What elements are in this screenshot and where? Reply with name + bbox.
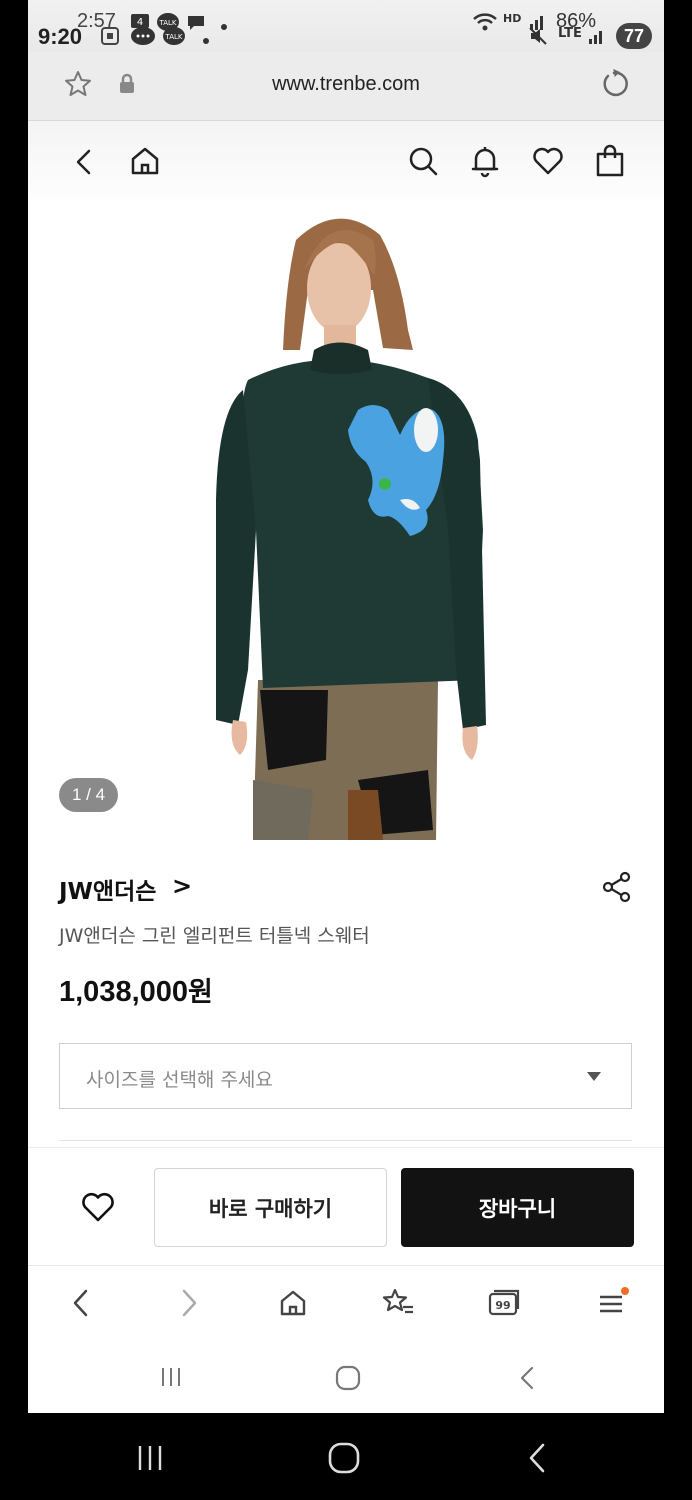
price-unit: 원: [188, 977, 213, 1008]
browser-url-bar: www.trenbe.com: [28, 52, 664, 121]
bell-icon[interactable]: [468, 142, 502, 180]
purchase-action-bar: 바로 구매하기 장바구니: [28, 1147, 664, 1266]
chat-bubble-icon: [130, 26, 156, 52]
url-text[interactable]: www.trenbe.com: [28, 73, 664, 96]
bookmarks-icon[interactable]: [380, 1286, 416, 1320]
browser-back-icon[interactable]: [66, 1286, 96, 1320]
system-nav-bar: [28, 1340, 664, 1413]
chevron-right-icon[interactable]: >: [172, 872, 192, 900]
dot-icon-2: [220, 16, 228, 35]
share-icon[interactable]: [600, 869, 634, 905]
shopping-bag-icon[interactable]: [593, 142, 627, 180]
recent-apps-icon[interactable]: [134, 1441, 166, 1475]
mute-icon: [528, 26, 548, 50]
wifi-icon: [472, 12, 498, 36]
size-select[interactable]: 사이즈를 선택해 주세요: [59, 1043, 632, 1109]
hd-voice-label: HD: [503, 12, 522, 25]
screenshot-icon: [100, 26, 120, 50]
product-photo: [216, 218, 486, 840]
back-icon[interactable]: [68, 145, 100, 179]
add-to-cart-button[interactable]: 장바구니: [401, 1168, 634, 1247]
wishlist-heart-icon[interactable]: [78, 1188, 118, 1226]
phone-screen: 2:57 9:20 4 TALK TALK HD 86% LTE 77 www.…: [28, 0, 664, 1413]
talk-icon-2: TALK: [162, 26, 186, 52]
svg-text:TALK: TALK: [164, 33, 182, 41]
browser-bottom-nav: 99: [28, 1265, 664, 1341]
caret-down-icon: [587, 1072, 601, 1081]
notification-count-badge: 77: [616, 23, 652, 49]
outer-system-nav-bar: [0, 1413, 692, 1500]
price-amount: 1,038,000: [59, 976, 189, 1008]
browser-home-icon[interactable]: [276, 1286, 310, 1320]
status-time: 9:20: [38, 24, 83, 49]
signal-icon-2: [588, 26, 606, 50]
recent-apps-icon[interactable]: [156, 1362, 186, 1392]
system-back-icon[interactable]: [522, 1439, 552, 1477]
lte-label: LTE: [558, 26, 582, 41]
browser-forward-icon[interactable]: [174, 1286, 204, 1320]
buy-now-button[interactable]: 바로 구매하기: [154, 1168, 387, 1247]
system-back-icon[interactable]: [512, 1362, 542, 1394]
product-image-gallery[interactable]: 1 / 4: [28, 200, 664, 840]
home-icon[interactable]: [128, 143, 162, 179]
product-name: JW앤더슨 그린 엘리펀트 터틀넥 스웨터: [59, 925, 370, 947]
menu-icon[interactable]: [594, 1286, 630, 1320]
product-price: 1,038,000원: [59, 970, 213, 1009]
status-bar: 2:57 9:20 4 TALK TALK HD 86% LTE 77: [28, 0, 664, 52]
divider: [59, 1140, 632, 1141]
tabs-icon[interactable]: 99: [486, 1286, 522, 1320]
dot-icon: [202, 30, 210, 49]
wishlist-heart-icon[interactable]: [530, 143, 566, 179]
home-button-icon[interactable]: [332, 1362, 364, 1394]
brand-link[interactable]: JW앤더슨: [59, 872, 156, 906]
reload-icon[interactable]: [598, 68, 630, 100]
search-icon[interactable]: [406, 143, 440, 179]
size-select-placeholder: 사이즈를 선택해 주세요: [86, 1069, 273, 1091]
home-button-icon[interactable]: [325, 1439, 363, 1477]
site-header: [28, 121, 664, 211]
tabs-count: 99: [495, 1299, 510, 1312]
image-counter-badge: 1 / 4: [59, 778, 118, 812]
